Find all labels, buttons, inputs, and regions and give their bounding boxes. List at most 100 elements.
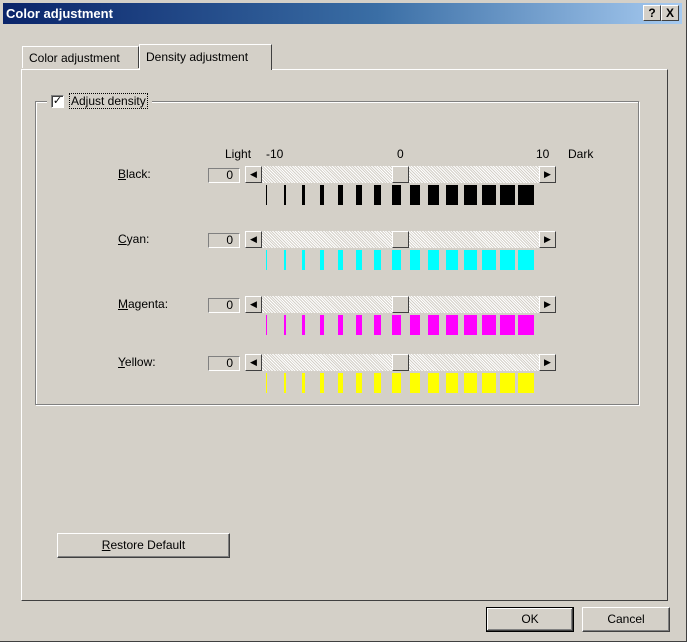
density-bar — [446, 185, 458, 205]
help-button[interactable]: ? — [643, 5, 661, 21]
adjust-density-checkbox-row[interactable]: ✓ Adjust density — [47, 92, 152, 110]
density-bar — [284, 185, 286, 205]
density-bar — [338, 250, 343, 270]
density-bar — [482, 315, 496, 335]
tab-color-adjustment[interactable]: Color adjustment — [22, 46, 139, 68]
cyan-slider[interactable]: ◀ ▶ — [245, 231, 556, 248]
density-bar — [410, 185, 420, 205]
density-bar — [266, 250, 267, 270]
density-bar — [410, 373, 420, 393]
yellow-right-arrow-icon[interactable]: ▶ — [539, 354, 556, 371]
restore-default-button[interactable]: Restore Default — [57, 533, 230, 558]
ok-button[interactable]: OK — [486, 607, 574, 632]
density-bar — [320, 250, 324, 270]
cyan-right-arrow-icon[interactable]: ▶ — [539, 231, 556, 248]
density-bar — [338, 373, 343, 393]
black-density-scale — [266, 185, 536, 205]
cyan-label: Cyan: — [118, 232, 150, 246]
density-bar — [320, 315, 324, 335]
density-bar — [446, 373, 458, 393]
density-bar — [464, 315, 477, 335]
density-bar — [302, 185, 305, 205]
cyan-value-field[interactable]: 0 — [208, 233, 240, 248]
density-bar — [356, 315, 362, 335]
magenta-right-arrow-icon[interactable]: ▶ — [539, 296, 556, 313]
density-bar — [374, 373, 381, 393]
density-bar — [428, 250, 439, 270]
black-slider-thumb[interactable] — [392, 166, 409, 183]
tab-density-adjustment[interactable]: Density adjustment — [139, 44, 272, 71]
density-bar — [374, 315, 381, 335]
density-bar — [410, 315, 420, 335]
cancel-button[interactable]: Cancel — [582, 607, 670, 632]
density-bar — [302, 315, 305, 335]
density-bar — [374, 185, 381, 205]
cyan-left-arrow-icon[interactable]: ◀ — [245, 231, 262, 248]
yellow-density-scale — [266, 373, 536, 393]
density-bar — [266, 315, 267, 335]
density-bar — [356, 373, 362, 393]
scale-mid-label: 0 — [397, 147, 404, 161]
density-bar — [482, 185, 496, 205]
density-bar — [482, 373, 496, 393]
scale-min-label: -10 — [266, 147, 284, 161]
density-bar — [392, 315, 401, 335]
yellow-slider[interactable]: ◀ ▶ — [245, 354, 556, 371]
density-bar — [464, 250, 477, 270]
density-bar — [338, 315, 343, 335]
cyan-density-scale — [266, 250, 536, 270]
close-button[interactable]: X — [661, 5, 679, 21]
density-bar — [464, 373, 477, 393]
density-bar — [284, 315, 286, 335]
magenta-left-arrow-icon[interactable]: ◀ — [245, 296, 262, 313]
density-bar — [320, 185, 324, 205]
black-left-arrow-icon[interactable]: ◀ — [245, 166, 262, 183]
magenta-slider-thumb[interactable] — [392, 296, 409, 313]
title-bar: Color adjustment ? X — [3, 3, 682, 24]
scale-max-label: 10 — [536, 147, 550, 161]
density-bar — [410, 250, 420, 270]
density-bar — [266, 373, 267, 393]
magenta-slider[interactable]: ◀ ▶ — [245, 296, 556, 313]
density-bar — [392, 185, 401, 205]
yellow-label: Yellow: — [118, 355, 156, 369]
density-bar — [356, 185, 362, 205]
black-label: Black: — [118, 167, 151, 181]
density-bar — [518, 250, 534, 270]
density-bar — [392, 373, 401, 393]
density-bar — [266, 185, 267, 205]
black-slider[interactable]: ◀ ▶ — [245, 166, 556, 183]
density-bar — [446, 250, 458, 270]
yellow-value-field[interactable]: 0 — [208, 356, 240, 371]
density-bar — [500, 315, 515, 335]
density-bar — [482, 250, 496, 270]
density-bar — [284, 250, 286, 270]
black-right-arrow-icon[interactable]: ▶ — [539, 166, 556, 183]
black-value-field[interactable]: 0 — [208, 168, 240, 183]
density-bar — [392, 250, 401, 270]
scale-light-label: Light — [225, 147, 252, 161]
adjust-density-checkbox[interactable]: ✓ — [51, 94, 64, 108]
scale-dark-label: Dark — [568, 147, 594, 161]
magenta-label: Magenta: — [118, 297, 169, 311]
density-bar — [518, 185, 534, 205]
yellow-slider-thumb[interactable] — [392, 354, 409, 371]
yellow-left-arrow-icon[interactable]: ◀ — [245, 354, 262, 371]
adjust-density-label[interactable]: Adjust density — [69, 93, 148, 109]
density-bar — [500, 250, 515, 270]
magenta-density-scale — [266, 315, 536, 335]
density-bar — [428, 185, 439, 205]
density-bar — [338, 185, 343, 205]
density-bar — [374, 250, 381, 270]
density-bar — [320, 373, 324, 393]
density-bar — [446, 315, 458, 335]
density-bar — [518, 315, 534, 335]
density-bar — [500, 373, 515, 393]
density-bar — [518, 373, 534, 393]
density-bar — [284, 373, 286, 393]
cyan-slider-thumb[interactable] — [392, 231, 409, 248]
density-bar — [428, 315, 439, 335]
density-bar — [356, 250, 362, 270]
dialog-window: Color adjustment ? X Color adjustment De… — [0, 0, 687, 642]
magenta-value-field[interactable]: 0 — [208, 298, 240, 313]
